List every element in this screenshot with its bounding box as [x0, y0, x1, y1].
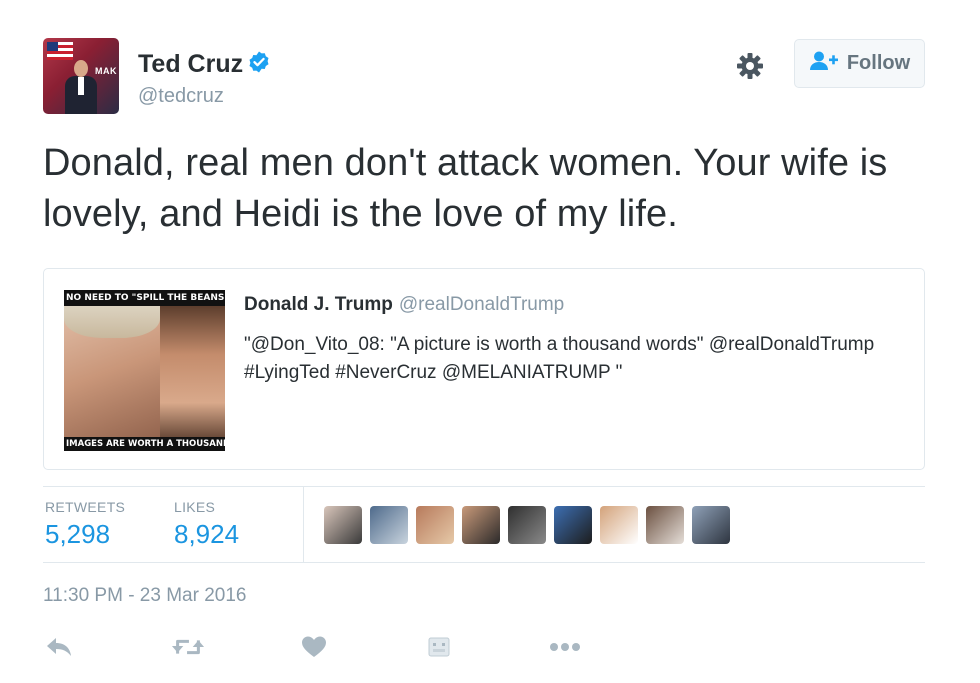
liker-avatar-5[interactable] — [508, 506, 546, 544]
author-name-text: Ted Cruz — [138, 50, 244, 78]
liker-avatar-8[interactable] — [646, 506, 684, 544]
author-handle[interactable]: @tedcruz — [138, 84, 224, 108]
more-icon[interactable] — [548, 630, 582, 664]
person-graphic — [65, 60, 97, 114]
retweets-count: 5,298 — [45, 519, 111, 549]
author-name[interactable]: Ted Cruz — [138, 50, 271, 80]
flag-graphic — [47, 42, 73, 60]
stats-divider — [303, 487, 304, 562]
quoted-author-name: Donald J. Trump — [244, 294, 393, 315]
liker-avatar-9[interactable] — [692, 506, 730, 544]
quoted-author-handle: @realDonaldTrump — [398, 294, 565, 315]
quoted-tweet-card[interactable]: NO NEED TO "SPILL THE BEANS" IMAGES ARE … — [43, 268, 925, 470]
direct-message-icon[interactable] — [422, 630, 456, 664]
liker-avatar-7[interactable] — [600, 506, 638, 544]
retweets-label: RETWEETS — [45, 499, 126, 515]
image-caption-top: NO NEED TO "SPILL THE BEANS" — [64, 290, 225, 306]
retweets-stat[interactable]: RETWEETS 5,298 — [45, 499, 125, 551]
gear-icon[interactable] — [734, 50, 766, 82]
quoted-tweet-image[interactable]: NO NEED TO "SPILL THE BEANS" IMAGES ARE … — [64, 290, 225, 451]
like-icon[interactable] — [297, 630, 331, 664]
liker-avatar-4[interactable] — [462, 506, 500, 544]
reply-icon[interactable] — [43, 630, 77, 664]
likes-count: 8,924 — [174, 519, 240, 549]
follow-label: Follow — [846, 52, 911, 74]
image-caption-bottom: IMAGES ARE WORTH A THOUSAND WORDS — [64, 437, 225, 451]
liker-avatar-1[interactable] — [324, 506, 362, 544]
likes-label: LIKES — [174, 499, 216, 515]
avatar-banner-text: MAK — [95, 66, 117, 76]
author-avatar[interactable]: MAK — [43, 38, 119, 114]
retweet-icon[interactable] — [171, 630, 205, 664]
likes-stat[interactable]: LIKES 8,924 — [174, 499, 239, 551]
tweet-timestamp[interactable]: 11:30 PM - 23 Mar 2016 — [43, 585, 246, 607]
tweet-text: Donald, real men don't attack women. You… — [43, 142, 888, 235]
quoted-tweet-text: "@Don_Vito_08: "A picture is worth a tho… — [244, 334, 875, 383]
follow-button[interactable]: Follow — [794, 39, 925, 88]
liker-avatar-6[interactable] — [554, 506, 592, 544]
quoted-author[interactable]: Donald J. Trump @realDonaldTrump — [244, 293, 564, 317]
image-left-face — [64, 290, 160, 451]
follow-person-icon — [809, 50, 839, 78]
verified-badge-icon — [247, 50, 271, 80]
liker-avatars — [324, 506, 730, 544]
tweet-stats: RETWEETS 5,298 LIKES 8,924 — [43, 486, 925, 563]
tweet-header: MAK Ted Cruz @tedcruz Follow — [43, 38, 928, 114]
liker-avatar-3[interactable] — [416, 506, 454, 544]
liker-avatar-2[interactable] — [370, 506, 408, 544]
image-right-face — [160, 290, 225, 451]
